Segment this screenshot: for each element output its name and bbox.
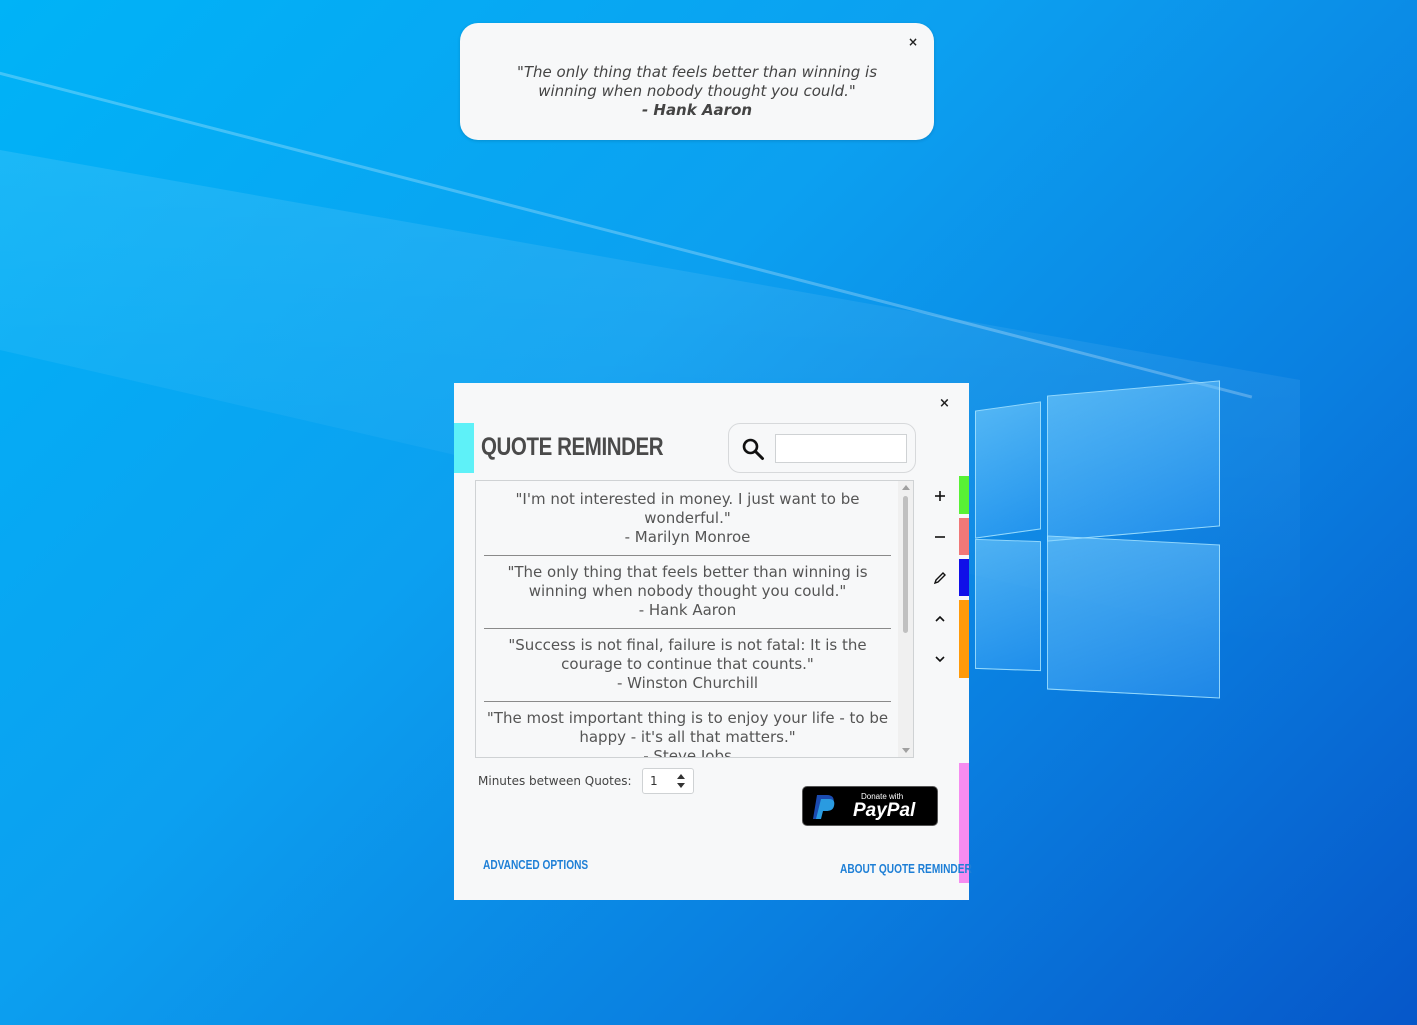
quote-list[interactable]: "I'm not interested in money. I just wan…	[475, 480, 914, 758]
scroll-thumb[interactable]	[903, 496, 908, 633]
quote-text: "I'm not interested in money. I just wan…	[515, 490, 860, 527]
chevron-down-icon	[935, 656, 945, 663]
quote-toast: × "The only thing that feels better than…	[460, 23, 934, 140]
pencil-icon	[933, 572, 946, 585]
advanced-options-link[interactable]: Advanced Options	[483, 857, 588, 872]
color-tab-orange	[959, 600, 969, 678]
toast-quote-author: - Hank Aaron	[641, 101, 753, 119]
move-down-button[interactable]	[928, 647, 952, 671]
quote-author: - Winston Churchill	[616, 674, 759, 692]
quote-reminder-window: × Quote Reminder "I'm not interested in …	[454, 383, 972, 900]
minutes-value: 1	[650, 774, 658, 788]
list-divider	[484, 555, 891, 556]
increment-arrow[interactable]	[677, 774, 685, 779]
color-tab-red	[959, 518, 969, 555]
remove-quote-button[interactable]	[928, 525, 952, 549]
scroll-down-arrow[interactable]	[902, 748, 910, 753]
toast-close-button[interactable]: ×	[908, 35, 918, 49]
accent-bar	[454, 423, 474, 473]
list-scrollbar[interactable]	[898, 481, 913, 757]
minutes-stepper[interactable]: 1	[642, 768, 694, 794]
list-item[interactable]: "Success is not final, failure is not fa…	[484, 636, 891, 693]
minus-icon	[935, 536, 945, 538]
decrement-arrow[interactable]	[677, 783, 685, 788]
color-tab-blue	[959, 559, 969, 596]
quote-author: - Hank Aaron	[638, 601, 737, 619]
list-item[interactable]: "The most important thing is to enjoy yo…	[484, 709, 891, 758]
plus-icon	[935, 491, 945, 501]
quote-text: "Success is not final, failure is not fa…	[508, 636, 867, 673]
list-divider	[484, 628, 891, 629]
toast-quote: "The only thing that feels better than w…	[490, 63, 904, 120]
move-up-button[interactable]	[928, 607, 952, 631]
chevron-up-icon	[935, 615, 945, 622]
edit-quote-button[interactable]	[928, 566, 952, 590]
about-link[interactable]: About Quote Reminder	[840, 861, 972, 876]
list-item[interactable]: "I'm not interested in money. I just wan…	[484, 490, 891, 547]
search-icon[interactable]	[741, 437, 765, 461]
list-divider	[484, 701, 891, 702]
minutes-label: Minutes between Quotes:	[478, 774, 632, 788]
quote-text: "The only thing that feels better than w…	[507, 563, 868, 600]
windows-logo	[975, 378, 1220, 699]
paypal-brand-text: PayPal	[853, 800, 916, 821]
paypal-donate-button[interactable]: Donate with PayPal	[802, 786, 938, 826]
quote-author: - Steve Jobs	[643, 747, 732, 758]
paypal-icon	[813, 795, 835, 819]
app-title: Quote Reminder	[481, 433, 664, 461]
search-box	[728, 423, 916, 473]
close-button[interactable]: ×	[939, 396, 950, 411]
quote-author: - Marilyn Monroe	[624, 528, 751, 546]
add-quote-button[interactable]	[928, 484, 952, 508]
scroll-up-arrow[interactable]	[902, 485, 910, 490]
quote-text: "The most important thing is to enjoy yo…	[486, 709, 889, 746]
list-item[interactable]: "The only thing that feels better than w…	[484, 563, 891, 620]
color-tab-green	[959, 476, 969, 514]
search-input[interactable]	[775, 434, 907, 463]
toast-quote-text: "The only thing that feels better than w…	[516, 63, 878, 100]
